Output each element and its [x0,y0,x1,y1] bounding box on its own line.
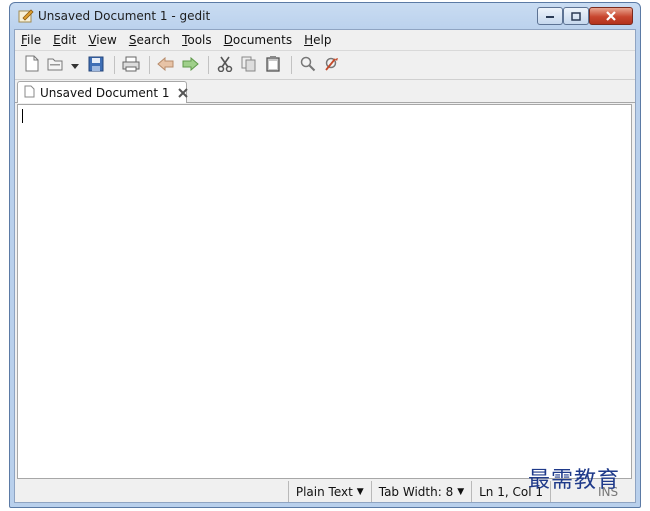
status-message [15,481,288,502]
undo-icon [157,56,175,74]
chevron-down-icon: ▼ [457,486,465,497]
replace-icon [323,56,341,75]
language-label: Plain Text [295,484,353,499]
copy-icon [241,56,257,75]
toolbar-separator [114,56,115,74]
tab-close-icon[interactable] [177,87,188,99]
toolbar-separator [291,56,292,74]
menu-bar: File Edit View Search Tools Documents He… [15,30,635,50]
recent-dropdown-icon [71,58,79,72]
tab-label: Unsaved Document 1 [40,85,170,100]
save-button[interactable] [85,54,107,76]
document-icon [24,85,35,101]
paste-icon [265,55,281,75]
gedit-window: Unsaved Document 1 - gedit File Edit Vie… [9,2,641,508]
redo-button[interactable] [179,54,201,76]
toolbar-separator [149,56,150,74]
recent-files-dropdown[interactable] [69,54,81,76]
menu-edit[interactable]: Edit [53,33,76,47]
menu-tools[interactable]: Tools [182,33,212,47]
print-icon [122,56,140,75]
copy-button[interactable] [238,54,260,76]
paste-button[interactable] [262,54,284,76]
menu-view[interactable]: View [88,33,116,47]
new-document-button[interactable] [21,54,43,76]
document-tabs: Unsaved Document 1 [15,79,635,103]
window-title: Unsaved Document 1 - gedit [38,9,211,23]
undo-button[interactable] [155,54,177,76]
tab-unsaved-document-1[interactable]: Unsaved Document 1 [17,81,188,103]
toolbar [15,50,635,80]
gedit-app-icon [18,9,34,23]
print-button[interactable] [120,54,142,76]
open-button[interactable] [45,54,67,76]
close-button[interactable] [589,7,633,25]
tab-width-selector[interactable]: Tab Width: 8 ▼ [370,481,471,502]
title-bar[interactable]: Unsaved Document 1 - gedit [10,3,640,29]
save-icon [88,56,104,75]
menu-search[interactable]: Search [129,33,170,47]
find-icon [300,56,316,75]
new-document-icon [25,55,39,75]
watermark-text: 最需教育 [528,468,621,493]
text-editor[interactable] [17,104,632,479]
text-cursor [22,109,23,123]
redo-icon [181,56,199,74]
toolbar-separator [208,56,209,74]
minimize-button[interactable] [537,7,563,25]
client-area: File Edit View Search Tools Documents He… [14,29,636,503]
find-button[interactable] [297,54,319,76]
open-icon [47,57,65,74]
menu-documents[interactable]: Documents [224,33,292,47]
cut-button[interactable] [214,54,236,76]
tab-width-label: Tab Width: 8 [378,484,454,499]
language-selector[interactable]: Plain Text ▼ [287,481,371,502]
chevron-down-icon: ▼ [356,486,364,497]
maximize-button[interactable] [563,7,589,25]
menu-file[interactable]: File [21,33,41,47]
replace-button[interactable] [321,54,343,76]
cut-icon [217,56,233,75]
menu-help[interactable]: Help [304,33,331,47]
